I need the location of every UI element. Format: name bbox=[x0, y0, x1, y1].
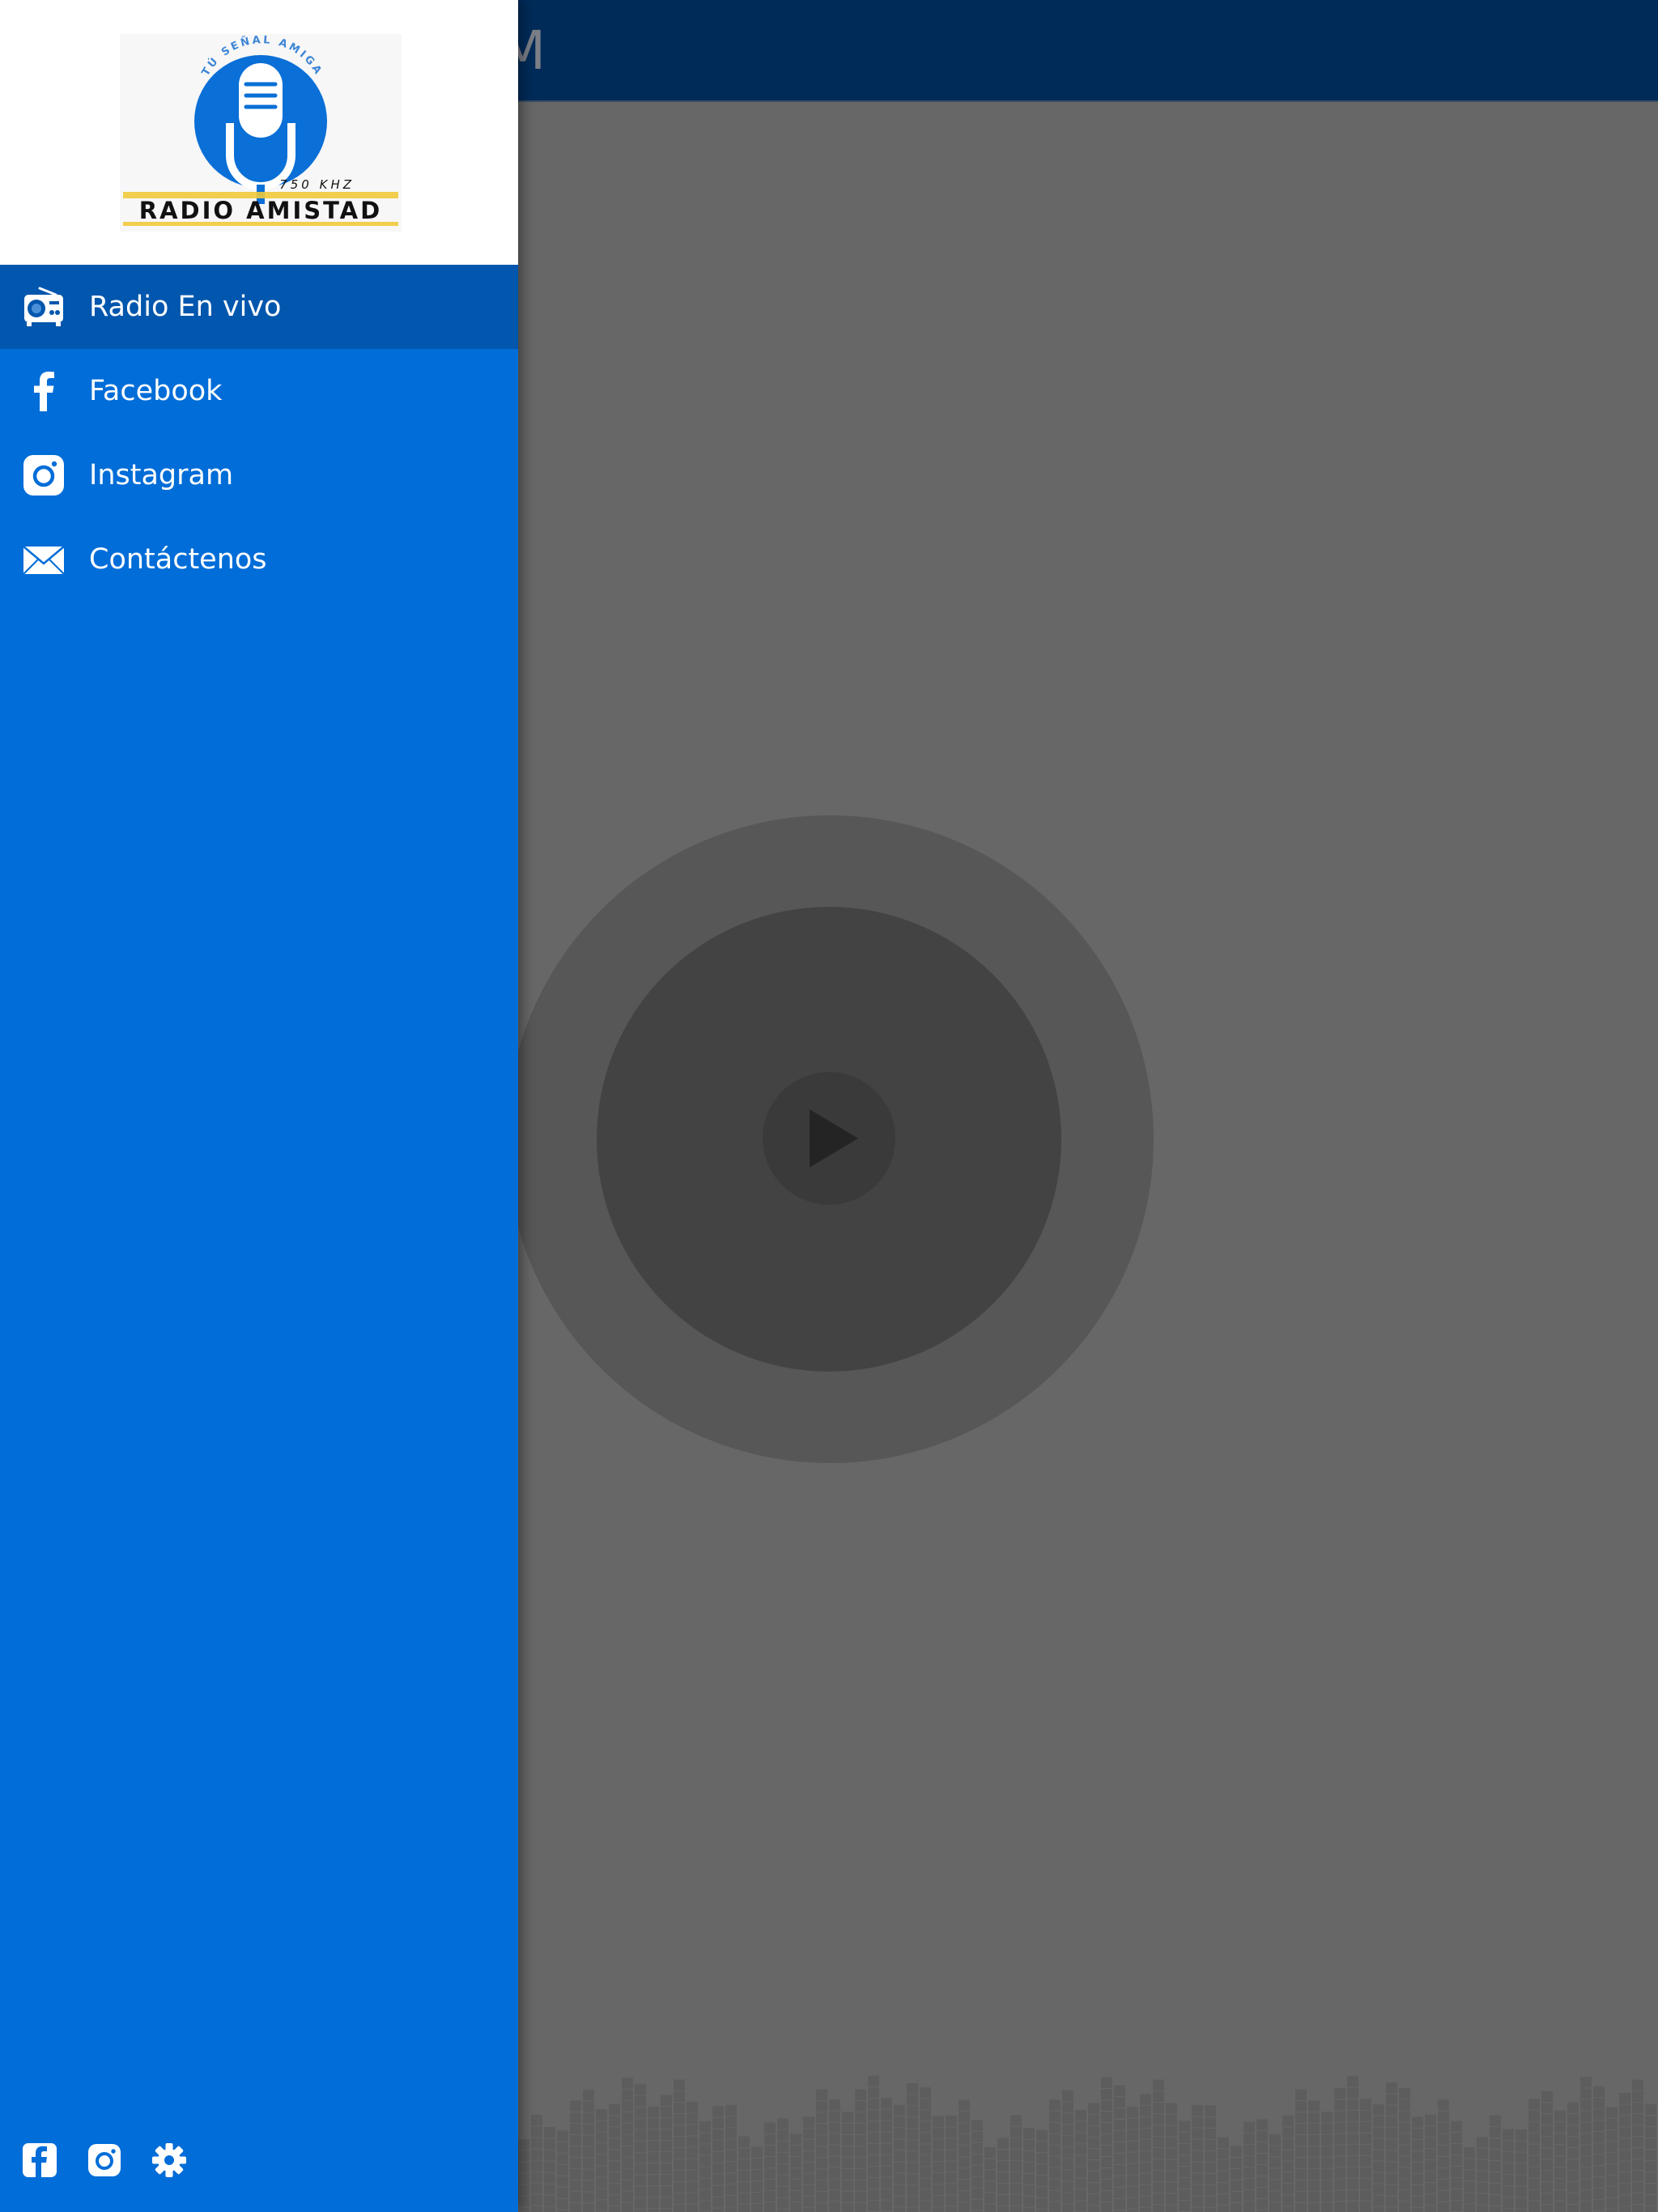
equalizer-bar bbox=[622, 2078, 633, 2212]
equalizer-bar bbox=[1036, 2129, 1048, 2212]
menu-item-radio-en-vivo[interactable]: Radio En vivo bbox=[0, 265, 518, 349]
equalizer-bar bbox=[855, 2089, 866, 2212]
gear-icon[interactable] bbox=[151, 2142, 187, 2178]
logo-frequency: 750 KHZ bbox=[279, 177, 355, 192]
equalizer-bar bbox=[1334, 2087, 1346, 2212]
equalizer-bar bbox=[1541, 2091, 1553, 2212]
equalizer-bar bbox=[1490, 2115, 1501, 2212]
equalizer-bar bbox=[1140, 2094, 1151, 2212]
equalizer-bar bbox=[1464, 2146, 1475, 2212]
equalizer-bar bbox=[1503, 2129, 1514, 2212]
equalizer-bar bbox=[596, 2108, 607, 2212]
mail-icon bbox=[23, 546, 65, 575]
menu-item-contactenos[interactable]: Contáctenos bbox=[0, 517, 518, 602]
menu-item-facebook[interactable]: Facebook bbox=[0, 349, 518, 433]
equalizer-bar bbox=[816, 2089, 827, 2212]
drawer-footer bbox=[0, 2138, 518, 2186]
facebook-square-icon[interactable] bbox=[22, 2142, 57, 2178]
equalizer-bar bbox=[1516, 2129, 1527, 2212]
equalizer-bar bbox=[1049, 2099, 1061, 2212]
equalizer-bar bbox=[531, 2115, 542, 2212]
equalizer-bar bbox=[687, 2101, 698, 2212]
equalizer-bar bbox=[1231, 2146, 1242, 2212]
logo-brand: RADIO AMISTAD bbox=[139, 197, 382, 224]
equalizer-bar bbox=[1308, 2100, 1320, 2212]
equalizer-bar bbox=[1153, 2079, 1164, 2212]
equalizer-bar bbox=[570, 2100, 581, 2212]
equalizer-bar bbox=[920, 2087, 931, 2212]
equalizer-bar bbox=[1282, 2115, 1294, 2212]
equalizer-bar bbox=[1593, 2086, 1605, 2212]
equalizer-bar bbox=[1399, 2087, 1410, 2212]
drawer-header: TÚ SEÑAL AMIGA 750 KHZ RADIO AMISTAD bbox=[0, 0, 518, 265]
menu-item-instagram[interactable]: Instagram bbox=[0, 433, 518, 517]
equalizer-bar bbox=[1386, 2082, 1397, 2212]
equalizer-bar bbox=[712, 2106, 724, 2212]
equalizer-bar bbox=[933, 2116, 944, 2212]
equalizer-bar bbox=[1606, 2107, 1618, 2212]
equalizer-visualizer bbox=[518, 2075, 1656, 2212]
equalizer-bar bbox=[1373, 2104, 1384, 2212]
equalizer-bar bbox=[1438, 2099, 1449, 2212]
equalizer-bar bbox=[959, 2099, 970, 2212]
play-button[interactable] bbox=[763, 1072, 895, 1205]
menu-label-facebook: Facebook bbox=[89, 375, 223, 407]
radio-amistad-logo: TÚ SEÑAL AMIGA 750 KHZ RADIO AMISTAD bbox=[120, 34, 402, 232]
equalizer-bar bbox=[1062, 2090, 1073, 2212]
equalizer-bar bbox=[1166, 2103, 1177, 2212]
equalizer-bar bbox=[1425, 2114, 1436, 2212]
equalizer-bar bbox=[544, 2127, 555, 2212]
equalizer-bar bbox=[1114, 2085, 1125, 2212]
equalizer-bar bbox=[803, 2116, 814, 2212]
equalizer-bar bbox=[1075, 2109, 1086, 2212]
drawer-menu: Radio En vivo Facebook Instagram Contáct… bbox=[0, 265, 518, 602]
equalizer-bar bbox=[1256, 2119, 1268, 2212]
instagram-icon bbox=[23, 455, 64, 496]
equalizer-bar bbox=[557, 2130, 568, 2212]
equalizer-bar bbox=[1127, 2107, 1138, 2212]
equalizer-bar bbox=[764, 2122, 776, 2212]
navigation-drawer: TÚ SEÑAL AMIGA 750 KHZ RADIO AMISTAD Rad… bbox=[0, 0, 518, 2212]
equalizer-bar bbox=[661, 2095, 672, 2212]
equalizer-bar bbox=[907, 2082, 918, 2212]
equalizer-bar bbox=[1321, 2112, 1333, 2212]
equalizer-bar bbox=[984, 2146, 996, 2212]
equalizer-bar bbox=[971, 2120, 983, 2212]
equalizer-bar bbox=[583, 2089, 594, 2212]
equalizer-bar bbox=[1554, 2110, 1566, 2212]
facebook-icon bbox=[34, 372, 54, 411]
equalizer-bar bbox=[1295, 2089, 1307, 2212]
equalizer-bar bbox=[609, 2104, 620, 2212]
equalizer-bar bbox=[1632, 2079, 1643, 2212]
radio-icon bbox=[24, 287, 63, 326]
equalizer-bar bbox=[1412, 2116, 1423, 2212]
equalizer-bar bbox=[635, 2084, 646, 2212]
equalizer-bar bbox=[946, 2115, 957, 2212]
menu-label-contactenos: Contáctenos bbox=[89, 543, 267, 576]
equalizer-bar bbox=[842, 2112, 853, 2212]
menu-label-instagram: Instagram bbox=[89, 459, 234, 491]
equalizer-bar bbox=[674, 2079, 685, 2212]
equalizer-bar bbox=[1088, 2103, 1099, 2212]
equalizer-bar bbox=[1567, 2102, 1579, 2212]
play-icon bbox=[810, 1109, 858, 1168]
instagram-icon[interactable] bbox=[87, 2142, 122, 2178]
equalizer-bar bbox=[1101, 2077, 1112, 2212]
equalizer-bar bbox=[751, 2146, 763, 2212]
equalizer-bar bbox=[1010, 2115, 1022, 2212]
equalizer-bar bbox=[1619, 2092, 1630, 2212]
equalizer-bar bbox=[1645, 2104, 1656, 2212]
equalizer-bar bbox=[1023, 2128, 1035, 2212]
menu-label-radio-en-vivo: Radio En vivo bbox=[89, 291, 282, 323]
equalizer-bar bbox=[648, 2106, 659, 2212]
